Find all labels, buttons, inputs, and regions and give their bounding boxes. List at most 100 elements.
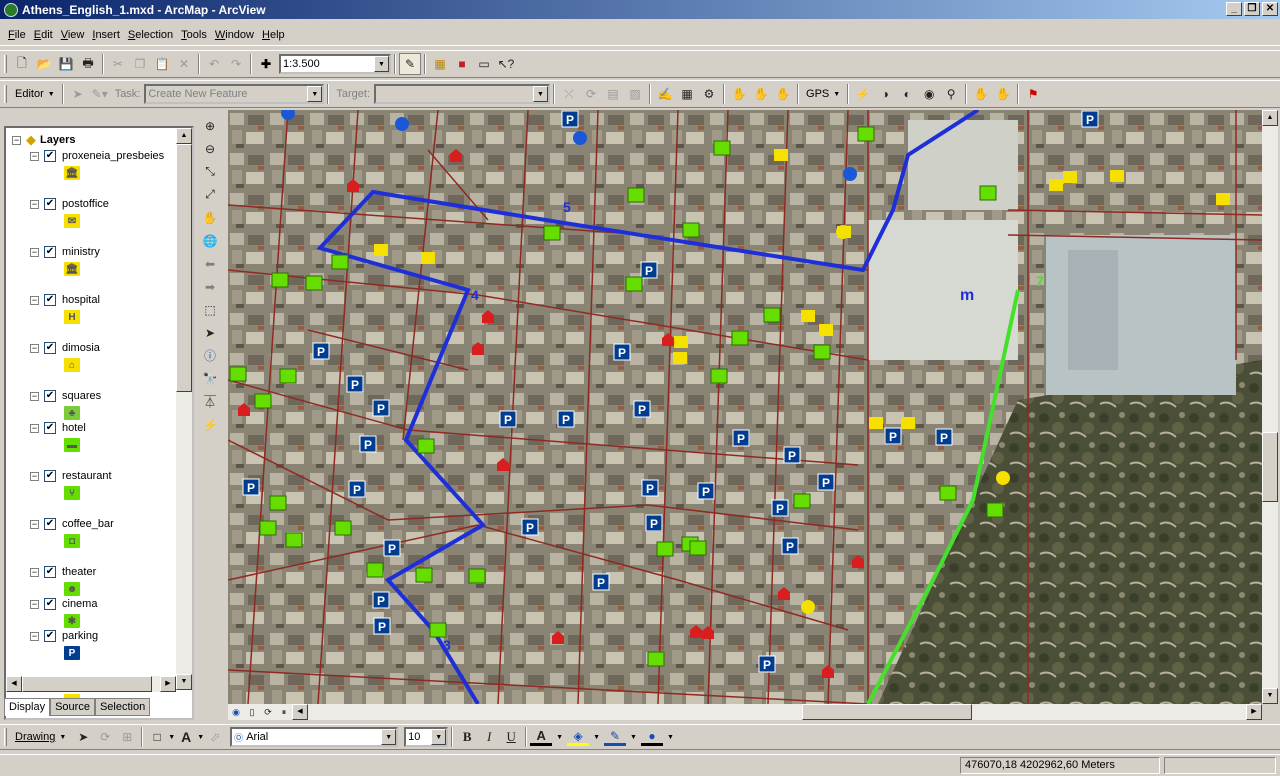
menu-view[interactable]: View [57,29,89,41]
menu-edit[interactable]: Edit [30,29,57,41]
building-icon[interactable] [1216,193,1230,205]
hotel-icon[interactable] [939,485,957,501]
paste-icon[interactable]: 📋 [151,53,173,75]
layer-row[interactable]: − ✔ coffee_bar [30,516,114,532]
toc-scroll-thumb[interactable] [176,144,192,392]
layer-visibility-checkbox[interactable]: ✔ [44,518,56,530]
building-icon[interactable] [374,244,388,256]
menu-insert[interactable]: Insert [88,29,124,41]
toolbar-grip[interactable] [4,55,7,73]
scroll-down-icon[interactable]: ▼ [1262,688,1278,704]
parking-icon[interactable]: P [884,427,902,445]
new-document-icon[interactable]: 🗋 [11,53,33,75]
gps-hand-icon[interactable]: ✋ [970,83,992,105]
bold-button[interactable]: B [456,726,478,748]
layer-visibility-checkbox[interactable]: ✔ [44,422,56,434]
toc-hscroll-thumb[interactable] [22,676,152,692]
hotel-icon[interactable] [305,275,323,291]
arccatalog-icon[interactable]: ▦ [429,53,451,75]
text-tool-icon[interactable]: A [175,726,197,748]
layer-row[interactable]: − ✔ cinema [30,596,97,612]
sketch-properties-icon[interactable]: ▧ [624,83,646,105]
tracking2-icon[interactable]: ✋ [750,83,772,105]
redo-icon[interactable]: ↷ [225,53,247,75]
collapse-icon[interactable]: − [30,391,39,401]
chevron-down-icon[interactable]: ▼ [59,734,66,741]
pan-icon[interactable]: ✋ [198,206,222,229]
find-icon[interactable]: 🔭 [198,367,222,390]
scroll-right-icon[interactable]: ▶ [1246,704,1262,720]
layer-row[interactable]: − ✔ hotel [30,420,86,436]
building-icon[interactable] [819,324,833,336]
postbox-icon[interactable] [843,167,857,181]
select-elements-icon[interactable]: ➤ [198,321,222,344]
fixed-zoom-in-icon[interactable]: ⤡ [198,160,222,183]
cut-icon[interactable]: ✂ [107,53,129,75]
hotel-icon[interactable] [793,493,811,509]
chevron-down-icon[interactable]: ▼ [431,729,447,745]
layer-row[interactable]: − ✔ restaurant [30,468,112,484]
target-combo[interactable]: ▼ [374,84,551,104]
map-scale-combo[interactable]: 1:3.500 ▼ [279,54,391,74]
chevron-down-icon[interactable]: ▼ [593,734,600,741]
parking-icon[interactable]: P [641,479,659,497]
taxi-stand-icon[interactable] [996,471,1010,485]
geocode-icon[interactable]: ✍ [654,83,676,105]
table-icon[interactable]: ▦ [676,83,698,105]
chevron-down-icon[interactable]: ▼ [630,734,637,741]
chevron-down-icon[interactable]: ▼ [381,729,397,745]
chevron-down-icon[interactable]: ▼ [168,734,175,741]
collapse-icon[interactable]: − [30,343,39,353]
scroll-up-icon[interactable]: ▲ [1262,110,1278,126]
parking-icon[interactable]: P [499,410,517,428]
zoom-in-icon[interactable]: ⊕ [198,114,222,137]
parking-icon[interactable]: P [592,573,610,591]
back-extent-icon[interactable]: ⬅ [198,252,222,275]
chevron-down-icon[interactable]: ▼ [533,86,549,102]
identify-icon[interactable]: ⓘ [198,344,222,367]
fill-color-icon[interactable]: ◈ [567,728,590,746]
layer-visibility-checkbox[interactable]: ✔ [44,198,56,210]
hotel-icon[interactable] [979,185,997,201]
undo-icon[interactable]: ↶ [203,53,225,75]
menu-tools[interactable]: Tools [177,29,211,41]
marker-color-icon[interactable]: ● [640,728,663,746]
collapse-icon[interactable]: − [12,135,21,145]
chevron-down-icon[interactable]: ▼ [307,86,323,102]
toc-hscrollbar[interactable]: ◀ ▶ [6,676,176,692]
collapse-icon[interactable]: − [30,567,39,577]
font-combo[interactable]: Ⓞ Arial ▼ [230,727,399,747]
map-canvas[interactable]: P PPP PPPP PPP P PP PPP PPPPPPPPPPPP 5 4 3 7 m [228,110,1262,704]
refresh-icon[interactable]: ⟳ [260,704,276,720]
chevron-down-icon[interactable]: ▼ [374,56,389,72]
parking-icon[interactable]: P [242,478,260,496]
building-icon[interactable] [774,149,788,161]
parking-icon[interactable]: P [613,343,631,361]
copy-icon[interactable]: ❐ [129,53,151,75]
hotel-icon[interactable] [710,368,728,384]
tab-selection[interactable]: Selection [94,698,151,716]
scroll-down-icon[interactable]: ▼ [176,674,192,690]
gps-zoom-icon[interactable]: ◐ [896,83,918,105]
parking-icon[interactable]: P [732,429,750,447]
parking-icon[interactable]: P [383,539,401,557]
data-view-icon[interactable]: ◉ [228,704,244,720]
hotel-icon[interactable] [269,495,287,511]
building-icon[interactable] [1110,170,1124,182]
gps-log-icon[interactable]: ◉ [918,83,940,105]
parking-icon[interactable]: P [758,655,776,673]
layer-visibility-checkbox[interactable]: ✔ [44,246,56,258]
building-icon[interactable] [1049,179,1063,191]
whats-this-icon[interactable]: ↖? [495,53,517,75]
measure-icon[interactable]: ⏄ [198,390,222,413]
scroll-right-icon[interactable]: ▶ [160,676,176,692]
collapse-icon[interactable]: − [30,247,39,257]
taxi-stand-icon[interactable] [836,225,850,239]
restore-button[interactable]: ❐ [1244,2,1260,16]
hotel-icon[interactable] [647,651,665,667]
hotel-icon[interactable] [254,393,272,409]
close-button[interactable]: ✕ [1262,2,1278,16]
layer-visibility-checkbox[interactable]: ✔ [44,150,56,162]
layer-row[interactable]: − ✔ proxeneia_presbeies [30,148,164,164]
parking-icon[interactable]: P [633,400,651,418]
